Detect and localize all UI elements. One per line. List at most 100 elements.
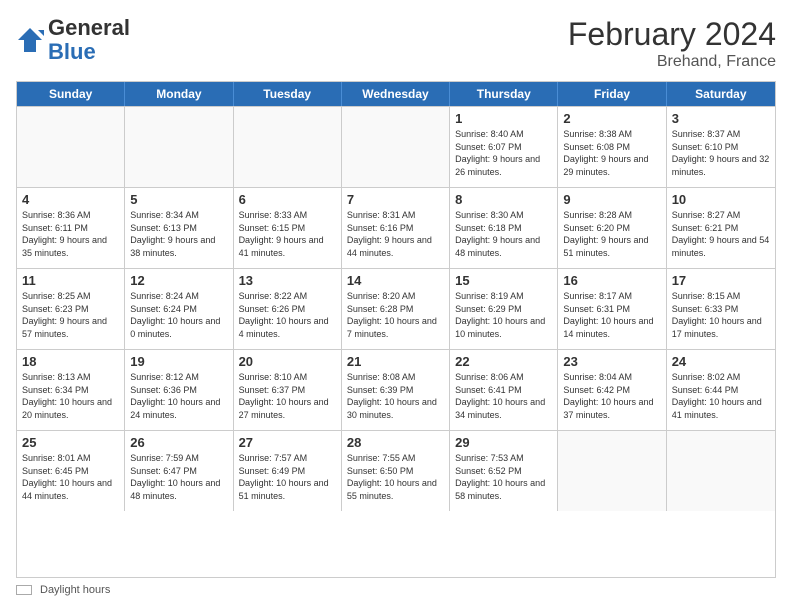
calendar-cell: 29 Sunrise: 7:53 AM Sunset: 6:52 PM Dayli… — [450, 431, 558, 511]
day-info: Sunrise: 8:27 AM Sunset: 6:21 PM Dayligh… — [672, 209, 770, 259]
day-number: 10 — [672, 192, 770, 207]
calendar-cell: 2 Sunrise: 8:38 AM Sunset: 6:08 PM Daylig… — [558, 107, 666, 187]
calendar-cell: 4Sunrise: 8:36 AM Sunset: 6:11 PM Daylig… — [17, 188, 125, 268]
day-number: 12 — [130, 273, 227, 288]
day-info: Sunrise: 8:15 AM Sunset: 6:33 PM Dayligh… — [672, 290, 770, 340]
day-number: 14 — [347, 273, 444, 288]
calendar-cell: 20Sunrise: 8:10 AM Sunset: 6:37 PM Dayli… — [234, 350, 342, 430]
subtitle: Brehand, France — [568, 53, 776, 71]
calendar-week: 1 Sunrise: 8:40 AM Sunset: 6:07 PM Daylig… — [17, 106, 775, 187]
day-number: 22 — [455, 354, 552, 369]
calendar-cell: 10 Sunrise: 8:27 AM Sunset: 6:21 PM Dayli… — [667, 188, 775, 268]
day-info: Sunrise: 8:08 AM Sunset: 6:39 PM Dayligh… — [347, 371, 444, 421]
calendar-cell: 22 Sunrise: 8:06 AM Sunset: 6:41 PM Dayli… — [450, 350, 558, 430]
calendar-cell: 25Sunrise: 8:01 AM Sunset: 6:45 PM Dayli… — [17, 431, 125, 511]
calendar-cell: 5Sunrise: 8:34 AM Sunset: 6:13 PM Daylig… — [125, 188, 233, 268]
calendar-week: 25Sunrise: 8:01 AM Sunset: 6:45 PM Dayli… — [17, 430, 775, 511]
day-number: 20 — [239, 354, 336, 369]
logo: General Blue — [16, 16, 130, 64]
day-info: Sunrise: 8:12 AM Sunset: 6:36 PM Dayligh… — [130, 371, 227, 421]
day-number: 15 — [455, 273, 552, 288]
calendar-cell — [17, 107, 125, 187]
calendar-header-cell: Wednesday — [342, 82, 450, 106]
calendar-cell — [667, 431, 775, 511]
day-info: Sunrise: 8:20 AM Sunset: 6:28 PM Dayligh… — [347, 290, 444, 340]
day-info: Sunrise: 7:57 AM Sunset: 6:49 PM Dayligh… — [239, 452, 336, 502]
logo-text: General Blue — [48, 16, 130, 64]
day-number: 19 — [130, 354, 227, 369]
calendar-cell — [558, 431, 666, 511]
title-section: February 2024 Brehand, France — [568, 16, 776, 71]
day-number: 3 — [672, 111, 770, 126]
day-info: Sunrise: 8:30 AM Sunset: 6:18 PM Dayligh… — [455, 209, 552, 259]
page: General Blue February 2024 Brehand, Fran… — [0, 0, 792, 612]
day-number: 9 — [563, 192, 660, 207]
calendar-cell: 11 Sunrise: 8:25 AM Sunset: 6:23 PM Dayli… — [17, 269, 125, 349]
calendar-week: 4Sunrise: 8:36 AM Sunset: 6:11 PM Daylig… — [17, 187, 775, 268]
calendar-cell: 7 Sunrise: 8:31 AM Sunset: 6:16 PM Daylig… — [342, 188, 450, 268]
calendar-header-cell: Sunday — [17, 82, 125, 106]
day-number: 6 — [239, 192, 336, 207]
day-number: 18 — [22, 354, 119, 369]
day-number: 24 — [672, 354, 770, 369]
calendar-cell: 6 Sunrise: 8:33 AM Sunset: 6:15 PM Daylig… — [234, 188, 342, 268]
logo-icon — [16, 26, 44, 54]
calendar-header-cell: Saturday — [667, 82, 775, 106]
day-info: Sunrise: 8:36 AM Sunset: 6:11 PM Dayligh… — [22, 209, 119, 259]
day-number: 16 — [563, 273, 660, 288]
day-info: Sunrise: 8:13 AM Sunset: 6:34 PM Dayligh… — [22, 371, 119, 421]
calendar-cell — [342, 107, 450, 187]
day-info: Sunrise: 8:33 AM Sunset: 6:15 PM Dayligh… — [239, 209, 336, 259]
calendar-week: 11 Sunrise: 8:25 AM Sunset: 6:23 PM Dayli… — [17, 268, 775, 349]
day-info: Sunrise: 8:24 AM Sunset: 6:24 PM Dayligh… — [130, 290, 227, 340]
calendar-week: 18 Sunrise: 8:13 AM Sunset: 6:34 PM Dayli… — [17, 349, 775, 430]
day-info: Sunrise: 7:53 AM Sunset: 6:52 PM Dayligh… — [455, 452, 552, 502]
legend-box — [16, 585, 32, 595]
calendar-cell: 18 Sunrise: 8:13 AM Sunset: 6:34 PM Dayli… — [17, 350, 125, 430]
day-info: Sunrise: 8:04 AM Sunset: 6:42 PM Dayligh… — [563, 371, 660, 421]
day-info: Sunrise: 8:25 AM Sunset: 6:23 PM Dayligh… — [22, 290, 119, 340]
calendar: SundayMondayTuesdayWednesdayThursdayFrid… — [16, 81, 776, 578]
calendar-header-cell: Tuesday — [234, 82, 342, 106]
day-info: Sunrise: 8:28 AM Sunset: 6:20 PM Dayligh… — [563, 209, 660, 259]
day-info: Sunrise: 7:55 AM Sunset: 6:50 PM Dayligh… — [347, 452, 444, 502]
calendar-cell: 23Sunrise: 8:04 AM Sunset: 6:42 PM Dayli… — [558, 350, 666, 430]
day-info: Sunrise: 7:59 AM Sunset: 6:47 PM Dayligh… — [130, 452, 227, 502]
day-info: Sunrise: 8:19 AM Sunset: 6:29 PM Dayligh… — [455, 290, 552, 340]
day-info: Sunrise: 8:01 AM Sunset: 6:45 PM Dayligh… — [22, 452, 119, 502]
day-number: 28 — [347, 435, 444, 450]
calendar-header-cell: Monday — [125, 82, 233, 106]
calendar-cell: 14 Sunrise: 8:20 AM Sunset: 6:28 PM Dayli… — [342, 269, 450, 349]
day-info: Sunrise: 8:17 AM Sunset: 6:31 PM Dayligh… — [563, 290, 660, 340]
calendar-header: SundayMondayTuesdayWednesdayThursdayFrid… — [17, 82, 775, 106]
day-info: Sunrise: 8:06 AM Sunset: 6:41 PM Dayligh… — [455, 371, 552, 421]
calendar-cell: 27 Sunrise: 7:57 AM Sunset: 6:49 PM Dayli… — [234, 431, 342, 511]
day-number: 29 — [455, 435, 552, 450]
calendar-header-cell: Thursday — [450, 82, 558, 106]
day-info: Sunrise: 8:40 AM Sunset: 6:07 PM Dayligh… — [455, 128, 552, 178]
day-number: 2 — [563, 111, 660, 126]
main-title: February 2024 — [568, 16, 776, 53]
legend-label: Daylight hours — [40, 584, 110, 596]
calendar-body: 1 Sunrise: 8:40 AM Sunset: 6:07 PM Daylig… — [17, 106, 775, 511]
footer: Daylight hours — [16, 584, 776, 596]
calendar-cell — [125, 107, 233, 187]
day-number: 7 — [347, 192, 444, 207]
day-number: 1 — [455, 111, 552, 126]
calendar-cell: 16 Sunrise: 8:17 AM Sunset: 6:31 PM Dayli… — [558, 269, 666, 349]
day-number: 5 — [130, 192, 227, 207]
day-number: 11 — [22, 273, 119, 288]
calendar-cell: 24Sunrise: 8:02 AM Sunset: 6:44 PM Dayli… — [667, 350, 775, 430]
calendar-cell: 9 Sunrise: 8:28 AM Sunset: 6:20 PM Daylig… — [558, 188, 666, 268]
header: General Blue February 2024 Brehand, Fran… — [16, 16, 776, 71]
day-number: 27 — [239, 435, 336, 450]
day-info: Sunrise: 8:22 AM Sunset: 6:26 PM Dayligh… — [239, 290, 336, 340]
calendar-header-cell: Friday — [558, 82, 666, 106]
day-info: Sunrise: 8:37 AM Sunset: 6:10 PM Dayligh… — [672, 128, 770, 178]
calendar-cell: 28 Sunrise: 7:55 AM Sunset: 6:50 PM Dayli… — [342, 431, 450, 511]
day-info: Sunrise: 8:31 AM Sunset: 6:16 PM Dayligh… — [347, 209, 444, 259]
day-number: 26 — [130, 435, 227, 450]
calendar-cell: 21Sunrise: 8:08 AM Sunset: 6:39 PM Dayli… — [342, 350, 450, 430]
calendar-cell: 15 Sunrise: 8:19 AM Sunset: 6:29 PM Dayli… — [450, 269, 558, 349]
day-info: Sunrise: 8:38 AM Sunset: 6:08 PM Dayligh… — [563, 128, 660, 178]
